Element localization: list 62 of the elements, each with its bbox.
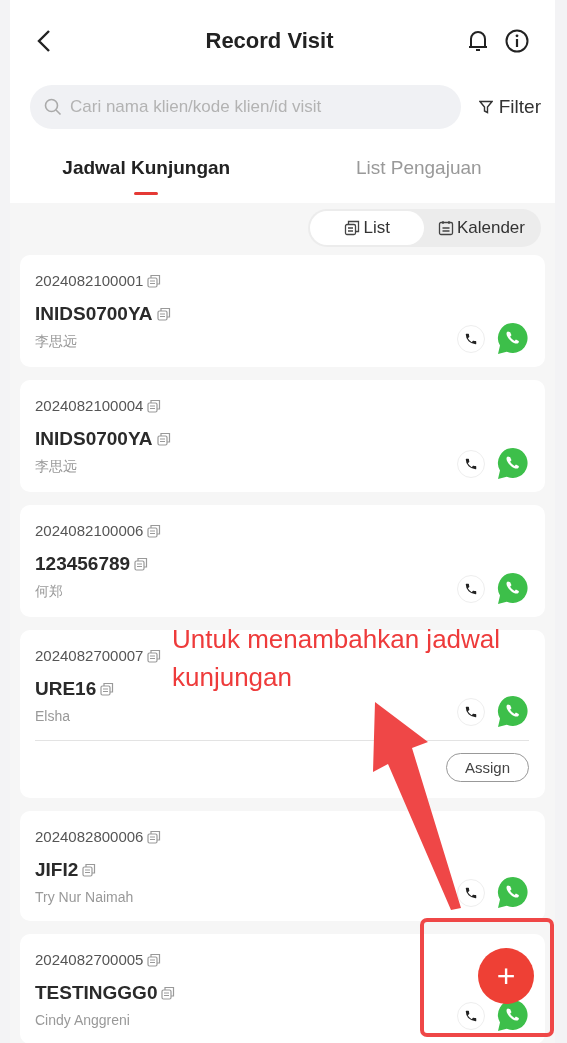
call-button[interactable] (457, 878, 485, 907)
copy-icon[interactable] (147, 952, 162, 967)
client-name: Cindy Anggreni (35, 1012, 131, 1028)
client-code: 123456789 (35, 553, 131, 575)
phone-icon (464, 704, 478, 719)
whatsapp-icon[interactable] (497, 322, 529, 355)
calendar-icon (437, 220, 454, 236)
visit-id: 2024082700005 (35, 951, 144, 968)
notification-icon[interactable] (467, 29, 489, 53)
phone-icon (464, 456, 478, 471)
call-button[interactable] (457, 449, 485, 478)
view-toggle-option[interactable]: Kalender (423, 211, 539, 245)
copy-icon[interactable] (147, 829, 162, 844)
copy-icon[interactable] (156, 432, 171, 446)
copy-icon[interactable] (82, 863, 97, 877)
visit-id: 2024082100001 (35, 272, 144, 289)
search-field[interactable]: Cari nama klien/kode klien/id visit (30, 85, 461, 129)
client-name: 李思远 (35, 458, 78, 476)
client-code: JIFI2 (35, 859, 79, 881)
client-code: INIDS0700YA (35, 303, 153, 325)
copy-icon[interactable] (100, 682, 115, 696)
copy-icon[interactable] (147, 398, 162, 413)
copy-icon[interactable] (147, 523, 162, 538)
client-name: 李思远 (35, 333, 78, 351)
client-code: INIDS0700YA (35, 428, 153, 450)
phone-icon (464, 1008, 478, 1023)
visit-id: 2024082700007 (35, 647, 144, 664)
filter-icon (478, 100, 493, 114)
call-button[interactable] (457, 574, 485, 603)
client-name: Elsha (35, 708, 72, 724)
phone-icon (464, 885, 478, 900)
visit-id: 2024082100006 (35, 522, 144, 539)
copy-icon[interactable] (156, 307, 171, 321)
copy-icon[interactable] (134, 557, 149, 571)
whatsapp-icon[interactable] (497, 572, 529, 605)
visit-id: 2024082100004 (35, 397, 144, 414)
copy-icon[interactable] (161, 986, 176, 1000)
view-toggle-option[interactable]: List (310, 211, 424, 245)
page-title: Record Visit (204, 28, 335, 54)
copy-icon[interactable] (147, 273, 162, 288)
back-icon[interactable] (36, 29, 52, 53)
whatsapp-icon[interactable] (497, 876, 529, 909)
filter-button[interactable]: Filter (478, 96, 541, 118)
phone-icon (464, 581, 478, 596)
visit-id: 2024082800006 (35, 828, 144, 845)
annotation-text: Untuk menambahkan jadwal kunjungan (172, 623, 502, 694)
call-button[interactable] (457, 324, 485, 353)
copy-icon[interactable] (147, 648, 162, 663)
assign-button[interactable]: Assign (445, 753, 529, 782)
list-icon (344, 220, 361, 236)
call-button[interactable] (457, 1001, 485, 1030)
info-icon[interactable] (505, 29, 529, 53)
client-name: Try Nur Naimah (35, 889, 134, 905)
client-code: TESTINGGG0 (35, 982, 158, 1004)
client-name: 何郑 (35, 583, 64, 601)
whatsapp-icon[interactable] (497, 695, 529, 728)
phone-icon (464, 331, 478, 346)
whatsapp-icon[interactable] (497, 447, 529, 480)
tab[interactable]: Jadwal Kunjungan (10, 151, 283, 203)
client-code: URE16 (35, 678, 97, 700)
whatsapp-icon[interactable] (497, 999, 529, 1032)
call-button[interactable] (457, 697, 485, 726)
